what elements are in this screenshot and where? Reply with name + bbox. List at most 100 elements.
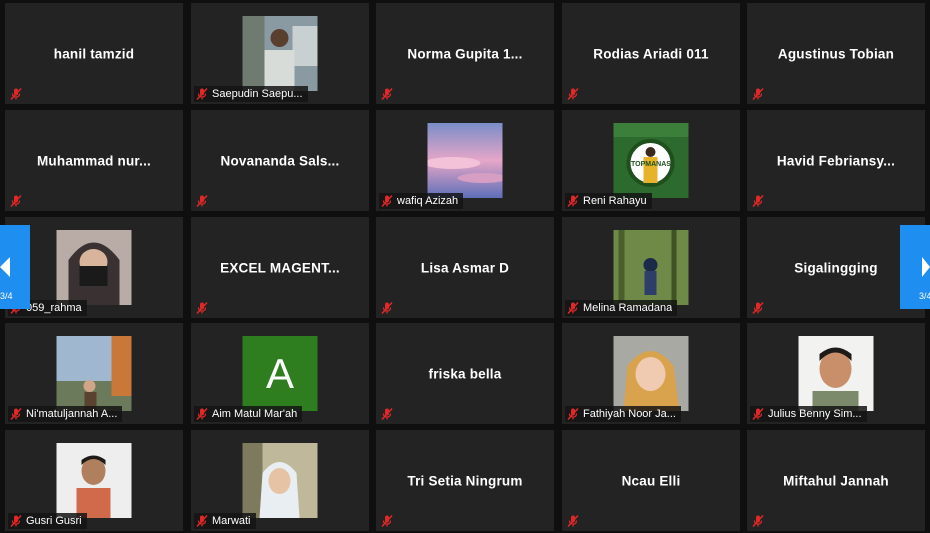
participant-tile[interactable]: Norma Gupita 1...	[376, 3, 554, 104]
participant-name: EXCEL MAGENT...	[220, 260, 340, 275]
mic-muted-icon	[194, 193, 210, 209]
participant-tile[interactable]: Gusri Gusri	[5, 430, 183, 531]
participant-label: Gusri Gusri	[8, 513, 87, 529]
event-logo-photo: TOPMANAS	[613, 123, 689, 198]
participant-tile[interactable]: Tri Setia Ningrum	[376, 430, 554, 531]
mic-muted-icon	[750, 193, 766, 209]
participant-name: 059_rahma	[26, 302, 82, 314]
mic-muted-icon	[750, 406, 766, 422]
participant-label: wafiq Azizah	[379, 193, 464, 209]
mic-muted-icon	[194, 300, 210, 316]
participant-name: Ncau Elli	[621, 473, 681, 488]
participant-tile[interactable]: friska bella	[376, 323, 554, 424]
participant-name: Ni'matuljannah A...	[26, 408, 118, 420]
mic-muted-icon	[194, 513, 210, 529]
sky-clouds-photo	[427, 123, 503, 198]
participant-name: Melina Ramadana	[583, 302, 673, 314]
mic-muted-icon	[8, 406, 24, 422]
mic-muted-icon	[194, 86, 210, 102]
participant-name: Novananda Sals...	[220, 153, 340, 168]
person-outdoor-photo	[242, 16, 318, 91]
participant-name: Reni Rahayu	[583, 195, 647, 207]
mic-muted-icon	[8, 86, 24, 102]
person-masked-photo	[56, 230, 132, 305]
next-page-indicator: 3/4	[919, 291, 930, 301]
participant-name: Tri Setia Ningrum	[407, 473, 523, 488]
participant-name: Aim Matul Mar'ah	[212, 408, 298, 420]
participant-label: Melina Ramadana	[565, 300, 678, 316]
participant-name: Lisa Asmar D	[420, 260, 510, 275]
person-hijab-photo	[613, 336, 689, 411]
prev-page-button[interactable]: 3/4	[0, 225, 30, 309]
participant-name: Julius Benny Sim...	[768, 408, 862, 420]
mic-muted-icon	[379, 193, 395, 209]
participant-name: Rodias Ariadi 011	[593, 46, 709, 61]
participant-name: Fathiyah Noor Ja...	[583, 408, 676, 420]
photo-caption: TOPMANAS	[631, 161, 671, 168]
participant-label: Reni Rahayu	[565, 193, 652, 209]
participant-tile[interactable]: A Aim Matul Mar'ah	[191, 323, 369, 424]
mic-muted-icon	[565, 406, 581, 422]
mic-muted-icon	[565, 513, 581, 529]
next-page-button[interactable]: 3/4	[900, 225, 930, 309]
mic-muted-icon	[8, 513, 24, 529]
letter-avatar: A	[242, 336, 318, 411]
participant-name: Miftahul Jannah	[783, 473, 889, 488]
person-portrait-photo	[56, 443, 132, 518]
participant-tile[interactable]: Muhammad nur...	[5, 110, 183, 211]
participant-tile[interactable]: Fathiyah Noor Ja...	[562, 323, 740, 424]
mic-muted-icon	[194, 406, 210, 422]
participant-name: Sigalingging	[794, 260, 878, 275]
mic-muted-icon	[565, 86, 581, 102]
participant-name: friska bella	[428, 366, 502, 381]
participant-tile[interactable]: EXCEL MAGENT...	[191, 217, 369, 318]
participant-name: Agustinus Tobian	[777, 46, 895, 61]
participant-tile[interactable]: Marwati	[191, 430, 369, 531]
mic-muted-icon	[379, 86, 395, 102]
participant-tile[interactable]: wafiq Azizah	[376, 110, 554, 211]
person-park-photo	[56, 336, 132, 411]
participant-label: Julius Benny Sim...	[750, 406, 867, 422]
mic-muted-icon	[565, 193, 581, 209]
participant-tile[interactable]: Novananda Sals...	[191, 110, 369, 211]
participant-name: Havid Febriansy...	[776, 153, 896, 168]
prev-page-indicator: 3/4	[0, 291, 13, 301]
mic-muted-icon	[379, 300, 395, 316]
participant-tile[interactable]: hanil tamzid	[5, 3, 183, 104]
participant-tile[interactable]: 059_rahma	[5, 217, 183, 318]
participant-label: Aim Matul Mar'ah	[194, 406, 303, 422]
participant-name: Muhammad nur...	[36, 153, 151, 168]
mic-muted-icon	[8, 193, 24, 209]
participant-name: Gusri Gusri	[26, 515, 82, 527]
person-hijab-outdoor-photo	[242, 443, 318, 518]
participant-tile[interactable]: Ni'matuljannah A...	[5, 323, 183, 424]
participant-tile[interactable]: Julius Benny Sim...	[747, 323, 925, 424]
mic-muted-icon	[750, 300, 766, 316]
participant-tile[interactable]: Miftahul Jannah	[747, 430, 925, 531]
participant-label: Ni'matuljannah A...	[8, 406, 123, 422]
mic-muted-icon	[565, 300, 581, 316]
participant-tile[interactable]: TOPMANAS Reni Rahayu	[562, 110, 740, 211]
participant-label: Fathiyah Noor Ja...	[565, 406, 681, 422]
participant-name: Marwati	[212, 515, 251, 527]
mic-muted-icon	[379, 406, 395, 422]
participant-tile[interactable]: Havid Febriansy...	[747, 110, 925, 211]
participant-tile[interactable]: Agustinus Tobian	[747, 3, 925, 104]
participant-tile[interactable]: Saepudin Saepu...	[191, 3, 369, 104]
mic-muted-icon	[379, 513, 395, 529]
participant-tile[interactable]: Melina Ramadana	[562, 217, 740, 318]
participant-name: wafiq Azizah	[397, 195, 459, 207]
participant-tile[interactable]: Lisa Asmar D	[376, 217, 554, 318]
mic-muted-icon	[750, 86, 766, 102]
avatar-letter: A	[265, 349, 294, 397]
person-forest-photo	[613, 230, 689, 305]
participant-label: Saepudin Saepu...	[194, 86, 308, 102]
participant-label: Marwati	[194, 513, 256, 529]
participant-tile[interactable]: Rodias Ariadi 011	[562, 3, 740, 104]
participant-name: hanil tamzid	[53, 46, 135, 61]
participant-tile[interactable]: Sigalingging	[747, 217, 925, 318]
mic-muted-icon	[750, 513, 766, 529]
person-smiling-photo	[798, 336, 874, 411]
participant-name: Saepudin Saepu...	[212, 88, 303, 100]
participant-tile[interactable]: Ncau Elli	[562, 430, 740, 531]
